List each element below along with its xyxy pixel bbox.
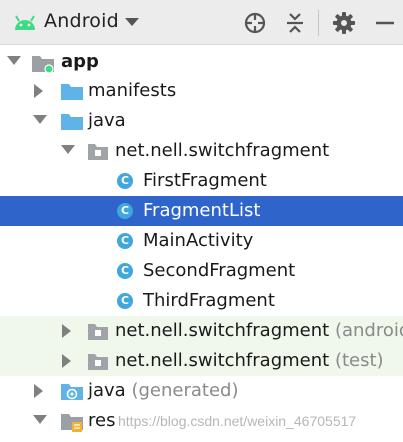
expand-arrow-icon[interactable]	[33, 115, 47, 124]
project-toolbar: Android	[0, 0, 403, 45]
class-icon: C	[117, 293, 133, 309]
crosshair-icon[interactable]	[243, 11, 267, 35]
folder-icon	[61, 114, 83, 130]
tree-item-label: net.nell.switchfragment (test)	[115, 350, 384, 371]
tree-item-class[interactable]: C FirstFragment	[0, 166, 403, 196]
generated-folder-icon	[61, 384, 83, 400]
chevron-down-icon[interactable]	[125, 18, 139, 26]
class-icon: C	[117, 233, 133, 249]
minimize-icon[interactable]	[372, 11, 396, 35]
package-folder-icon	[88, 354, 108, 370]
tree-item-package-android-test[interactable]: net.nell.switchfragment (androidT	[0, 316, 403, 346]
tree-item-app[interactable]: app	[0, 47, 403, 77]
tree-item-class[interactable]: C ThirdFragment	[0, 286, 403, 316]
folder-icon	[61, 84, 83, 100]
expand-arrow-icon[interactable]	[61, 145, 75, 154]
tree-item-java[interactable]: java	[0, 106, 403, 136]
gear-icon[interactable]	[332, 11, 356, 35]
expand-arrow-icon[interactable]	[33, 415, 47, 424]
class-icon: C	[117, 203, 133, 219]
expand-arrow-icon[interactable]	[34, 384, 43, 398]
module-folder-icon	[32, 56, 54, 74]
tree-item-label: java	[88, 110, 126, 131]
tree-item-label: MainActivity	[143, 230, 254, 251]
tree-item-class[interactable]: C SecondFragment	[0, 256, 403, 286]
watermark-text: https://blog.csdn.net/weixin_46705517	[118, 413, 357, 429]
expand-arrow-icon[interactable]	[62, 324, 71, 338]
tree-item-label: net.nell.switchfragment	[115, 140, 330, 161]
android-icon	[15, 15, 35, 30]
package-folder-icon	[88, 144, 108, 160]
tree-item-label: net.nell.switchfragment (androidT	[115, 320, 403, 341]
tree-item-manifests[interactable]: manifests	[0, 76, 403, 106]
toolbar-separator	[318, 10, 319, 36]
tree-item-java-generated[interactable]: java (generated)	[0, 376, 403, 406]
collapse-all-icon[interactable]	[283, 11, 307, 35]
tree-item-label: java (generated)	[88, 380, 239, 401]
class-icon: C	[117, 263, 133, 279]
tree-item-package-test[interactable]: net.nell.switchfragment (test)	[0, 346, 403, 376]
view-selector-label[interactable]: Android	[44, 10, 119, 32]
tree-item-label: manifests	[88, 80, 177, 101]
tree-item-label: app	[61, 51, 99, 72]
tree-item-class-selected[interactable]: C FragmentList	[0, 196, 403, 226]
tree-item-label: res	[88, 410, 116, 431]
expand-arrow-icon[interactable]	[7, 56, 21, 65]
tree-item-label: FragmentList	[143, 200, 261, 221]
expand-arrow-icon[interactable]	[34, 84, 43, 98]
tree-item-label: ThirdFragment	[143, 290, 275, 311]
tree-item-class[interactable]: C MainActivity	[0, 226, 403, 256]
tree-item-label: SecondFragment	[143, 260, 296, 281]
class-icon: C	[117, 173, 133, 189]
expand-arrow-icon[interactable]	[62, 354, 71, 368]
resource-folder-icon	[61, 414, 83, 432]
tree-item-label: FirstFragment	[143, 170, 267, 191]
tree-item-package[interactable]: net.nell.switchfragment	[0, 136, 403, 166]
package-folder-icon	[88, 324, 108, 340]
